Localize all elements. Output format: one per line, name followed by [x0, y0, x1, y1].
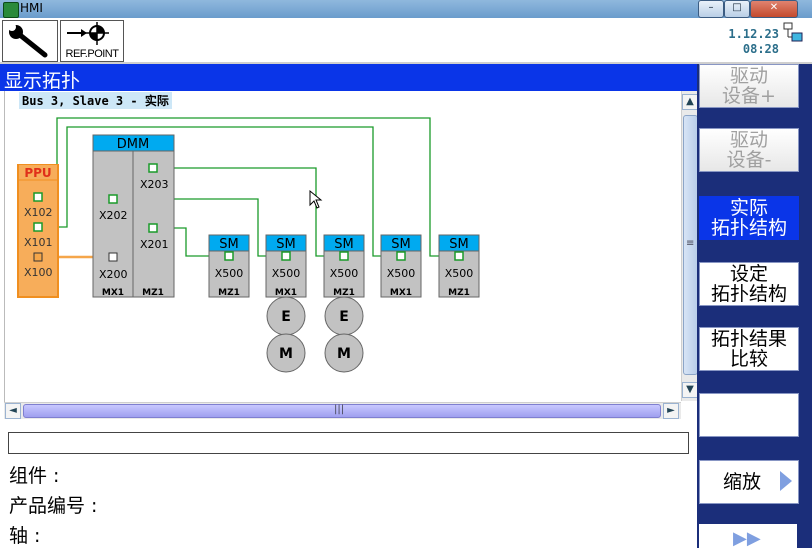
scroll-down-button[interactable]: ▼ — [682, 382, 698, 398]
grip-icon: ||| — [334, 404, 345, 415]
motor-label: M — [337, 346, 351, 362]
encoder-label: E — [339, 309, 349, 325]
fast-forward-icon: ▶▶ — [733, 528, 761, 549]
sm-port: X500 — [445, 267, 474, 280]
vertical-scroll-thumb[interactable]: ≡ — [683, 115, 698, 375]
motor-1: M — [266, 333, 306, 373]
axis-label: 轴 : — [9, 525, 41, 547]
encoder-2: E — [324, 296, 364, 336]
softkey-target-topology[interactable]: 设定 拓扑结构 — [699, 262, 799, 306]
vertical-scrollbar[interactable]: ▲ ≡ ▼ — [681, 91, 698, 401]
softkey-drive-device-minus[interactable]: 驱动 设备- — [699, 128, 799, 172]
hmi-app-icon — [3, 2, 19, 18]
softkey-label: 拓扑结果 比较 — [710, 328, 787, 370]
toolbar: REF.POINT 1.12.23 08:28 — [0, 18, 812, 64]
softkey-empty[interactable] — [699, 393, 799, 437]
softkey-label: 设定 拓扑结构 — [710, 263, 787, 305]
motor-label: M — [279, 346, 293, 362]
ppu-port-x101: X101 — [24, 236, 53, 249]
softkey-label: 驱动 设备- — [726, 129, 772, 171]
more-softkeys-button[interactable]: ▶▶ — [699, 524, 797, 549]
refpoint-label: REF.POINT — [65, 48, 119, 60]
dmm-module: DMM X203 X202 X201 X200 MX1 MZ1 — [92, 134, 175, 298]
softkey-compare-topology[interactable]: 拓扑结果 比较 — [699, 327, 799, 371]
component-label: 组件 : — [9, 465, 60, 487]
dmm-port-x200: X200 — [99, 268, 128, 281]
close-button[interactable]: ✕ — [750, 0, 798, 18]
encoder-1: E — [266, 296, 306, 336]
maximize-button[interactable]: □ — [724, 0, 750, 18]
softkey-label: 实际 拓扑结构 — [710, 197, 787, 239]
chevron-right-icon — [780, 471, 792, 491]
sm-module-3: SM X500 MZ1 — [323, 234, 365, 298]
refpoint-button[interactable]: REF.POINT — [60, 20, 124, 62]
sm-title: SM — [391, 237, 410, 252]
dmm-label-mz1: MZ1 — [142, 288, 164, 298]
sm-title: SM — [334, 237, 353, 252]
ppu-module: PPU X102 X101 X100 — [17, 164, 59, 298]
sm-bottom-label: MX1 — [390, 288, 412, 298]
version-label: 1.12.23 — [728, 27, 779, 41]
encoder-label: E — [281, 309, 291, 325]
settings-button[interactable] — [2, 20, 58, 62]
softkey-panel: 驱动 设备+ 驱动 设备- 实际 拓扑结构 设定 拓扑结构 拓扑结果 比较 缩放 — [697, 64, 812, 548]
scroll-right-button[interactable]: ► — [663, 403, 679, 419]
topology-diagram: PPU X102 X101 X100 DMM X203 X202 X201 X2… — [17, 117, 480, 373]
softkey-label: 驱动 设备+ — [722, 65, 776, 107]
window-title-bar: HMI – □ ✕ — [0, 0, 812, 18]
horizontal-scrollbar[interactable]: ◄ ||| ► — [4, 402, 681, 419]
sm-port: X500 — [330, 267, 359, 280]
ppu-port-x102: X102 — [24, 206, 53, 219]
topology-view[interactable]: Bus 3, Slave 3 - 实际 PPU X102 X101 X100 D… — [4, 91, 698, 419]
message-field — [8, 432, 689, 454]
page-title: 显示拓扑 — [4, 70, 81, 92]
softkey-drive-device-plus[interactable]: 驱动 设备+ — [699, 64, 799, 108]
sm-module-5: SM X500 MZ1 — [438, 234, 480, 298]
sm-title: SM — [449, 237, 468, 252]
sm-port: X500 — [215, 267, 244, 280]
screen-header: 显示拓扑 — [0, 64, 697, 92]
softkey-zoom[interactable]: 缩放 — [699, 460, 799, 504]
sm-module-2: SM X500 MX1 — [265, 234, 307, 298]
ppu-port-x100: X100 — [24, 266, 53, 279]
dmm-port-x203: X203 — [140, 178, 169, 191]
dmm-label-mx1: MX1 — [102, 288, 124, 298]
softkey-actual-topology[interactable]: 实际 拓扑结构 — [699, 196, 799, 240]
network-status-icon — [783, 22, 803, 42]
dmm-port-x201: X201 — [140, 238, 169, 251]
sm-module-4: SM X500 MX1 — [380, 234, 422, 298]
horizontal-scroll-thumb[interactable]: ||| — [23, 404, 661, 418]
sm-module-1: SM X500 MZ1 — [208, 234, 250, 298]
dmm-port-x202: X202 — [99, 209, 128, 222]
window-title: HMI — [20, 1, 43, 15]
wrench-icon — [8, 23, 48, 58]
ppu-title: PPU — [24, 166, 51, 180]
sm-port: X500 — [272, 267, 301, 280]
sm-title: SM — [276, 237, 295, 252]
sm-port: X500 — [387, 267, 416, 280]
sm-bottom-label: MZ1 — [448, 288, 470, 298]
sm-bottom-label: MZ1 — [218, 288, 240, 298]
time-label: 08:28 — [742, 42, 779, 56]
scroll-up-button[interactable]: ▲ — [682, 94, 698, 110]
minimize-button[interactable]: – — [698, 0, 724, 18]
motor-2: M — [324, 333, 364, 373]
dmm-title: DMM — [117, 137, 149, 152]
reference-point-icon — [67, 22, 109, 45]
sm-title: SM — [219, 237, 238, 252]
scroll-left-button[interactable]: ◄ — [5, 403, 21, 419]
product-number-label: 产品编号 : — [9, 495, 98, 517]
grip-icon: ≡ — [686, 238, 695, 249]
